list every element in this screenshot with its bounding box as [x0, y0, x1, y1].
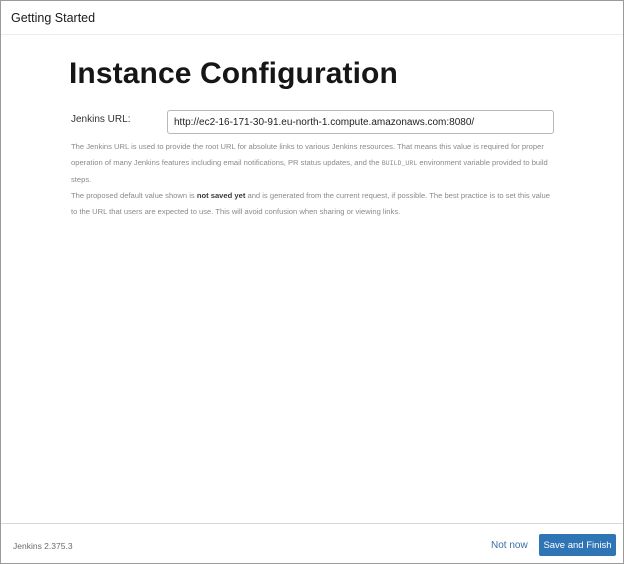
jenkins-url-label: Jenkins URL:	[71, 114, 131, 125]
header-title: Getting Started	[11, 11, 96, 25]
jenkins-url-input[interactable]	[167, 110, 554, 134]
save-and-finish-button[interactable]: Save and Finish	[539, 534, 616, 556]
dialog-footer: Jenkins 2.375.3 Not now Save and Finish	[1, 523, 623, 563]
page-title: Instance Configuration	[69, 57, 398, 90]
build-url-code: BUILD_URL	[381, 160, 418, 167]
not-saved-yet-emphasis: not saved yet	[196, 191, 246, 200]
setup-wizard-dialog: Getting Started Instance Configuration J…	[0, 0, 624, 564]
jenkins-version: Jenkins 2.375.3	[13, 541, 73, 551]
help-paragraph-1: The Jenkins URL is used to provide the r…	[71, 142, 548, 184]
dialog-header: Getting Started	[1, 1, 623, 35]
help-text: The Jenkins URL is used to provide the r…	[71, 139, 555, 220]
not-now-button[interactable]: Not now	[483, 534, 536, 556]
help-paragraph-2: The proposed default value shown is not …	[71, 191, 550, 216]
